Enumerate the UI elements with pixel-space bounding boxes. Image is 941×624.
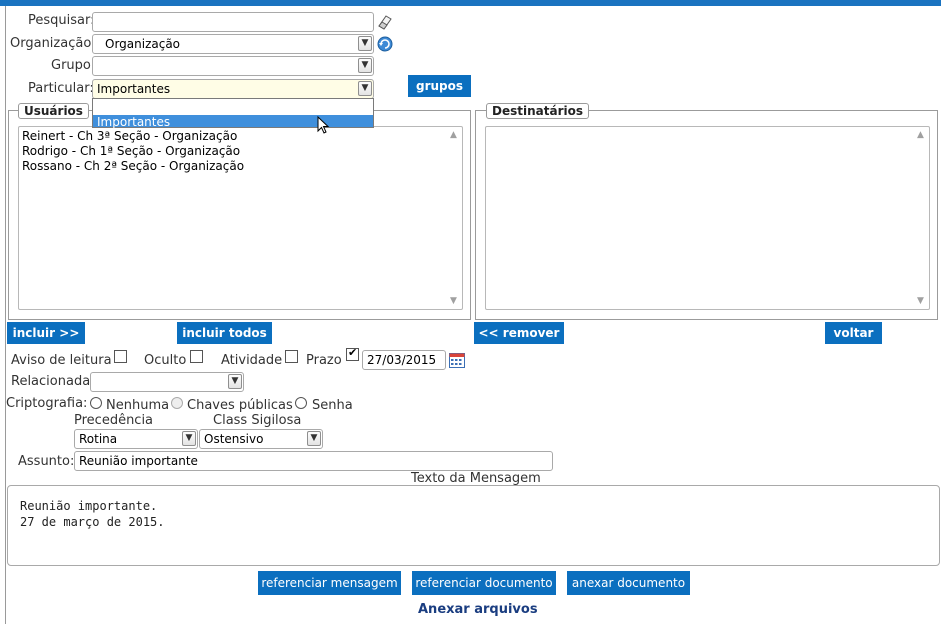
texto-mensagem-label: Texto da Mensagem: [411, 471, 541, 486]
class-sigilosa-label: Class Sigilosa: [213, 413, 302, 428]
scroll-down-icon[interactable]: ▼: [913, 294, 928, 308]
grupos-button[interactable]: grupos: [408, 75, 471, 97]
organizacao-label: Organização:: [10, 36, 96, 51]
oculto-label: Oculto: [144, 353, 187, 368]
chevron-down-icon: ▼: [358, 58, 372, 73]
chevron-down-icon: ▼: [358, 81, 372, 96]
message-textarea[interactable]: Reunião importante. 27 de março de 2015.: [7, 485, 940, 566]
dropdown-option[interactable]: [93, 99, 373, 115]
top-bar: [0, 0, 941, 6]
prazo-checkbox[interactable]: [346, 346, 359, 361]
atividade-checkbox[interactable]: [285, 350, 298, 363]
organizacao-value: Organização: [105, 37, 181, 51]
anexar-arquivos-link[interactable]: Anexar arquivos: [418, 602, 538, 617]
mouse-pointer-icon: [317, 116, 330, 134]
radio-chaves-publicas[interactable]: [171, 397, 183, 409]
prazo-date-input[interactable]: 27/03/2015: [362, 350, 446, 370]
destinatarios-scrollbar[interactable]: ▲ ▼: [913, 128, 928, 308]
chevron-down-icon: ▼: [228, 374, 242, 389]
eraser-icon[interactable]: [376, 13, 394, 31]
precedencia-select[interactable]: Rotina ▼: [74, 429, 198, 449]
remover-button[interactable]: << remover: [474, 322, 564, 344]
relacionada-select[interactable]: ▼: [90, 372, 244, 392]
refresh-icon[interactable]: [376, 35, 394, 53]
class-sigilosa-select[interactable]: Ostensivo ▼: [199, 429, 323, 449]
organizacao-select[interactable]: Organização ▼: [92, 34, 374, 54]
pesquisar-label: Pesquisar:: [28, 13, 95, 28]
left-border: [5, 6, 6, 624]
relacionada-label: Relacionada:: [11, 374, 95, 389]
message-line: 27 de março de 2015.: [20, 515, 165, 529]
aviso-label: Aviso de leitura: [11, 353, 112, 368]
particular-dropdown[interactable]: Importantes: [92, 98, 374, 129]
grupo-label: Grupo:: [51, 58, 96, 73]
assunto-input[interactable]: Reunião importante: [74, 451, 553, 471]
scroll-up-icon[interactable]: ▲: [913, 128, 928, 142]
usuarios-list[interactable]: Reinert - Ch 3ª Seção - Organização Rodr…: [18, 126, 463, 310]
oculto-checkbox[interactable]: [190, 350, 203, 363]
voltar-button[interactable]: voltar: [825, 322, 882, 344]
incluir-todos-button[interactable]: incluir todos: [177, 322, 272, 344]
referenciar-documento-button[interactable]: referenciar documento: [412, 571, 556, 595]
particular-value: Importantes: [97, 82, 171, 96]
chevron-down-icon: ▼: [182, 431, 196, 446]
criptografia-label: Criptografia:: [6, 396, 88, 411]
particular-select[interactable]: Importantes ▼: [92, 79, 374, 99]
particular-label: Particular:: [28, 81, 94, 96]
destinatarios-list[interactable]: ▲ ▼: [485, 126, 930, 310]
radio-nenhuma-label: Nenhuma: [106, 398, 170, 413]
incluir-button[interactable]: incluir >>: [7, 322, 85, 344]
message-line: Reunião importante.: [20, 499, 158, 513]
aviso-checkbox[interactable]: [114, 350, 127, 363]
pesquisar-input[interactable]: [92, 12, 374, 32]
radio-senha[interactable]: [295, 397, 307, 409]
radio-chaves-label: Chaves públicas: [187, 398, 293, 413]
scroll-up-icon[interactable]: ▲: [446, 128, 461, 142]
chevron-down-icon: ▼: [358, 36, 372, 51]
list-item[interactable]: Rodrigo - Ch 1ª Seção - Organização: [22, 144, 459, 159]
radio-senha-label: Senha: [312, 398, 353, 413]
chevron-down-icon: ▼: [307, 431, 321, 446]
grupo-select[interactable]: ▼: [92, 56, 374, 76]
list-item[interactable]: Rossano - Ch 2ª Seção - Organização: [22, 159, 459, 174]
dropdown-option-importantes[interactable]: Importantes: [93, 115, 373, 129]
scroll-down-icon[interactable]: ▼: [446, 294, 461, 308]
destinatarios-legend: Destinatários: [486, 103, 589, 119]
precedencia-label: Precedência: [74, 413, 154, 428]
referenciar-mensagem-button[interactable]: referenciar mensagem: [258, 571, 401, 595]
atividade-label: Atividade: [221, 353, 283, 368]
assunto-label: Assunto:: [18, 454, 75, 469]
radio-nenhuma[interactable]: [90, 397, 102, 409]
anexar-documento-button[interactable]: anexar documento: [567, 571, 690, 595]
usuarios-scrollbar[interactable]: ▲ ▼: [446, 128, 461, 308]
list-item[interactable]: Reinert - Ch 3ª Seção - Organização: [22, 129, 459, 144]
prazo-label: Prazo: [306, 353, 342, 368]
precedencia-value: Rotina: [79, 432, 118, 446]
usuarios-legend: Usuários: [18, 103, 89, 119]
class-sigilosa-value: Ostensivo: [204, 432, 264, 446]
calendar-icon[interactable]: [449, 353, 465, 368]
